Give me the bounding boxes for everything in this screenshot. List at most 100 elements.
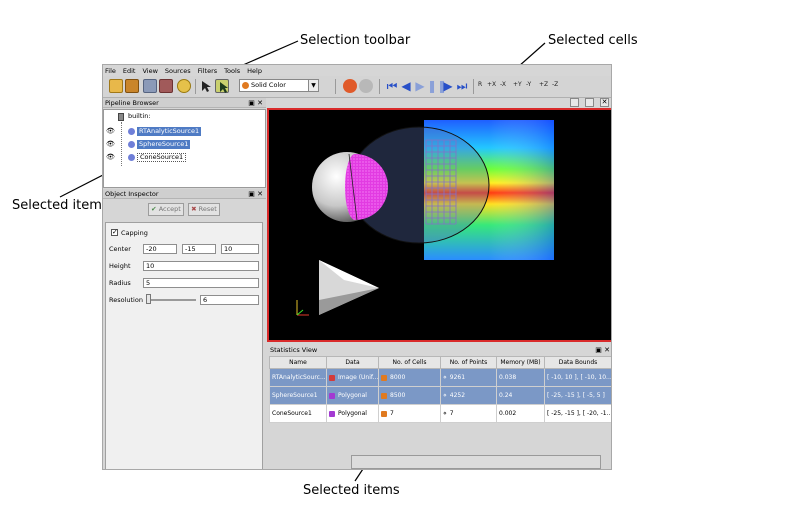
pipeline-root[interactable]: builtin: (126, 112, 153, 121)
dock-float-close-icon[interactable]: ▣ ✕ (595, 345, 610, 355)
dock-float-close-icon[interactable]: ▣ ✕ (248, 98, 263, 108)
server-icon (118, 113, 124, 121)
reset-icon: ✖ (191, 205, 197, 213)
object-inspector-title: Object Inspector (105, 190, 159, 198)
resolution-slider-handle[interactable] (146, 294, 151, 304)
cell-name: RTAnalyticSourc... (269, 368, 327, 387)
center-z-field[interactable]: 10 (221, 244, 259, 254)
annotation-selected-items-left: Selected items (12, 198, 109, 213)
split-horizontal-icon[interactable] (570, 98, 579, 107)
reset-label: Reset (198, 205, 217, 213)
statistics-table: Name Data No. of Cells No. of Points Mem… (269, 356, 611, 423)
cell-memory: 0.24 (496, 386, 545, 405)
column-header[interactable]: Data (326, 356, 379, 369)
cell-memory: 0.002 (496, 404, 545, 423)
cells-value: 7 (390, 410, 394, 417)
table-row[interactable]: SphereSource1 Polygonal 8500 ⋄ 4252 0.24 … (269, 386, 611, 405)
resolution-slider-track[interactable] (146, 299, 196, 301)
reset-button[interactable]: ✖ Reset (188, 203, 220, 216)
view-minus-y-button[interactable]: -Y (526, 81, 531, 88)
visibility-eye-icon[interactable]: 👁 (106, 127, 115, 135)
table-row[interactable]: ConeSource1 Polygonal 7 ⋄ 7 0.002 [ -25, … (269, 404, 611, 423)
select-cells-on-icon[interactable] (215, 79, 229, 93)
menu-edit[interactable]: Edit (123, 67, 136, 75)
rescale-icon[interactable] (343, 79, 357, 93)
view-plus-x-button[interactable]: +X (487, 81, 496, 88)
orientation-axes (296, 300, 309, 316)
disconnect-icon[interactable] (159, 79, 173, 93)
pipeline-item-rtanalyticsource[interactable]: RTAnalyticSource1 (137, 127, 202, 136)
split-vertical-icon[interactable] (585, 98, 594, 107)
main-toolbar: Solid Color ▼ ⏮ ◀ ▶ ❚❚ ▶ ⏭ R +X -X +Y -Y… (103, 76, 611, 98)
menu-tools[interactable]: Tools (224, 67, 240, 75)
view-plus-y-button[interactable]: +Y (513, 81, 522, 88)
first-frame-icon[interactable]: ⏮ (385, 78, 399, 94)
render-area: ✕ Statistics View ▣ ✕ Name Data No. of C… (267, 98, 611, 469)
save-state-icon[interactable] (125, 79, 139, 93)
cell-bounds: [ -25, -15 ], [ -5, 5 ] (544, 386, 611, 405)
edit-colormap-icon[interactable] (359, 79, 373, 93)
source-icon (128, 141, 135, 148)
column-header[interactable]: No. of Points (440, 356, 497, 369)
view-minus-x-button[interactable]: -X (500, 81, 506, 88)
select-cursor-icon[interactable] (199, 79, 213, 93)
last-frame-icon[interactable]: ⏭ (455, 78, 469, 94)
source-icon (128, 128, 135, 135)
data-type-label: Polygonal (338, 392, 367, 399)
cell-points: ⋄ 9261 (440, 368, 497, 387)
paraview-window: File Edit View Sources Filters Tools Hel… (102, 64, 612, 470)
play-icon[interactable]: ▶ (413, 78, 427, 94)
column-header[interactable]: Memory (MB) (496, 356, 545, 369)
pipeline-item-spheresource[interactable]: SphereSource1 (137, 140, 191, 149)
menu-filters[interactable]: Filters (198, 67, 217, 75)
help-icon[interactable] (177, 79, 191, 93)
visibility-eye-icon[interactable]: 👁 (106, 140, 115, 148)
open-file-icon[interactable] (109, 79, 123, 93)
cell-cells: 7 (378, 404, 441, 423)
connect-icon[interactable] (143, 79, 157, 93)
statistics-title: Statistics View (270, 346, 318, 354)
menu-file[interactable]: File (105, 67, 116, 75)
height-field[interactable]: 10 (143, 261, 259, 271)
resolution-field[interactable]: 6 (200, 295, 259, 305)
chevron-down-icon: ▼ (308, 80, 318, 91)
accept-button[interactable]: ✔ Accept (148, 203, 184, 216)
cell-data: Polygonal (326, 386, 379, 405)
render-view[interactable] (267, 108, 611, 342)
menu-help[interactable]: Help (247, 67, 262, 75)
column-header[interactable]: Data Bounds (544, 356, 611, 369)
points-value: 4252 (449, 392, 466, 399)
color-mode-dropdown[interactable]: Solid Color ▼ (239, 79, 319, 92)
menu-sources[interactable]: Sources (165, 67, 191, 75)
dock-float-close-icon[interactable]: ▣ ✕ (248, 189, 263, 199)
table-row[interactable]: RTAnalyticSourc... Image (Unif... 8000 ⋄… (269, 368, 611, 387)
pipeline-item-conesource[interactable]: ConeSource1 (137, 153, 187, 162)
column-header[interactable]: Name (269, 356, 327, 369)
radius-field[interactable]: 5 (143, 278, 259, 288)
menu-view[interactable]: View (142, 67, 157, 75)
figure: Selection toolbar Selected cells Selecte… (0, 0, 799, 529)
pipeline-browser-title: Pipeline Browser (105, 99, 159, 107)
column-header[interactable]: No. of Cells (378, 356, 441, 369)
toolbar-separator (335, 79, 336, 94)
view-minus-z-button[interactable]: -Z (552, 81, 558, 88)
reset-camera-button[interactable]: R (478, 81, 482, 88)
render-scene (296, 120, 554, 316)
center-x-field[interactable]: -20 (143, 244, 177, 254)
visibility-eye-icon[interactable]: 👁 (106, 153, 115, 161)
pause-icon[interactable]: ❚❚ (427, 78, 447, 94)
cell-points: ⋄ 4252 (440, 386, 497, 405)
height-label: Height (109, 262, 131, 270)
capping-label: Capping (121, 229, 148, 237)
color-dot-icon (242, 82, 249, 89)
resolution-label: Resolution (109, 296, 143, 304)
center-y-field[interactable]: -15 (182, 244, 216, 254)
tree-lines (121, 122, 122, 166)
next-frame-icon[interactable]: ▶ (441, 78, 455, 94)
left-dock: Pipeline Browser ▣ ✕ builtin: 👁 RTAnalyt… (103, 98, 266, 469)
capping-checkbox[interactable]: ✓ (111, 229, 118, 236)
close-view-icon[interactable]: ✕ (600, 98, 609, 107)
previous-frame-icon[interactable]: ◀ (399, 78, 413, 94)
view-plus-z-button[interactable]: +Z (539, 81, 548, 88)
accept-icon: ✔ (151, 205, 157, 213)
